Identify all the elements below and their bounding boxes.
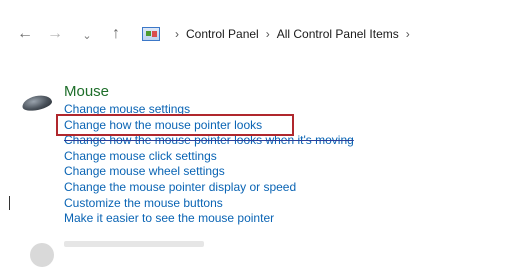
up-arrow-icon[interactable]: ↑ xyxy=(105,22,127,46)
breadcrumb-all-items[interactable]: All Control Panel Items xyxy=(277,27,399,41)
link-change-wheel-settings[interactable]: Change mouse wheel settings xyxy=(64,164,354,180)
link-customize-buttons[interactable]: Customize the mouse buttons xyxy=(64,196,354,212)
mouse-icon[interactable] xyxy=(20,93,54,113)
back-arrow-icon[interactable]: ← xyxy=(14,22,36,46)
forward-arrow-icon[interactable]: → xyxy=(44,22,66,46)
breadcrumb-control-panel[interactable]: Control Panel xyxy=(186,27,259,41)
section-title-mouse[interactable]: Mouse xyxy=(64,83,109,100)
navigation-bar: ← → ⌄ ↑ › Control Panel › All Control Pa… xyxy=(0,0,517,70)
breadcrumb-separator[interactable]: › xyxy=(406,27,410,41)
control-panel-icon xyxy=(142,27,160,41)
breadcrumb-separator[interactable]: › xyxy=(266,27,270,41)
recent-locations-chevron-icon[interactable]: ⌄ xyxy=(76,23,98,47)
text-cursor xyxy=(9,196,10,210)
link-pointer-display-speed[interactable]: Change the mouse pointer display or spee… xyxy=(64,180,354,196)
link-change-click-settings[interactable]: Change mouse click settings xyxy=(64,149,354,165)
highlight-box xyxy=(56,114,294,136)
next-item-icon[interactable] xyxy=(30,243,54,267)
link-easier-to-see-pointer[interactable]: Make it easier to see the mouse pointer xyxy=(64,211,354,227)
next-item-title[interactable] xyxy=(64,241,204,247)
breadcrumb-separator[interactable]: › xyxy=(175,27,179,41)
address-bar[interactable]: › Control Panel › All Control Panel Item… xyxy=(140,22,510,46)
